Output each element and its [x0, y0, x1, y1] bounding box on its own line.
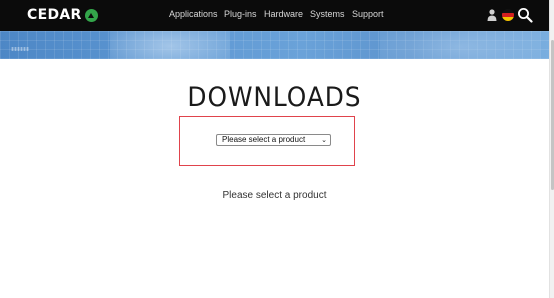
- nav-hardware[interactable]: Hardware: [264, 9, 303, 19]
- logo-mark-icon: [84, 8, 98, 22]
- language-flag-icon[interactable]: [502, 9, 514, 21]
- select-product-message: Please select a product: [222, 190, 327, 201]
- hero-banner: [0, 31, 549, 59]
- nav-systems[interactable]: Systems: [310, 9, 345, 19]
- nav-applications[interactable]: Applications: [169, 9, 218, 19]
- page: CEDAR Applications Plug-ins Hardware Sys…: [0, 0, 554, 298]
- top-navigation-bar: CEDAR Applications Plug-ins Hardware Sys…: [0, 0, 549, 31]
- product-select[interactable]: Please select a product ⌄: [216, 134, 331, 146]
- cedar-logo[interactable]: CEDAR: [27, 7, 98, 23]
- logo-text: CEDAR: [27, 7, 82, 23]
- user-icon[interactable]: [487, 9, 497, 21]
- chevron-down-icon: ⌄: [321, 137, 327, 144]
- product-select-value: Please select a product: [222, 135, 306, 144]
- nav-support[interactable]: Support: [352, 9, 384, 19]
- page-title: DOWNLOADS: [187, 82, 362, 113]
- search-icon[interactable]: [517, 7, 533, 23]
- page-scrollbar[interactable]: [549, 0, 554, 298]
- nav-plug-ins[interactable]: Plug-ins: [224, 9, 257, 19]
- banner-dots-decoration: [11, 47, 29, 51]
